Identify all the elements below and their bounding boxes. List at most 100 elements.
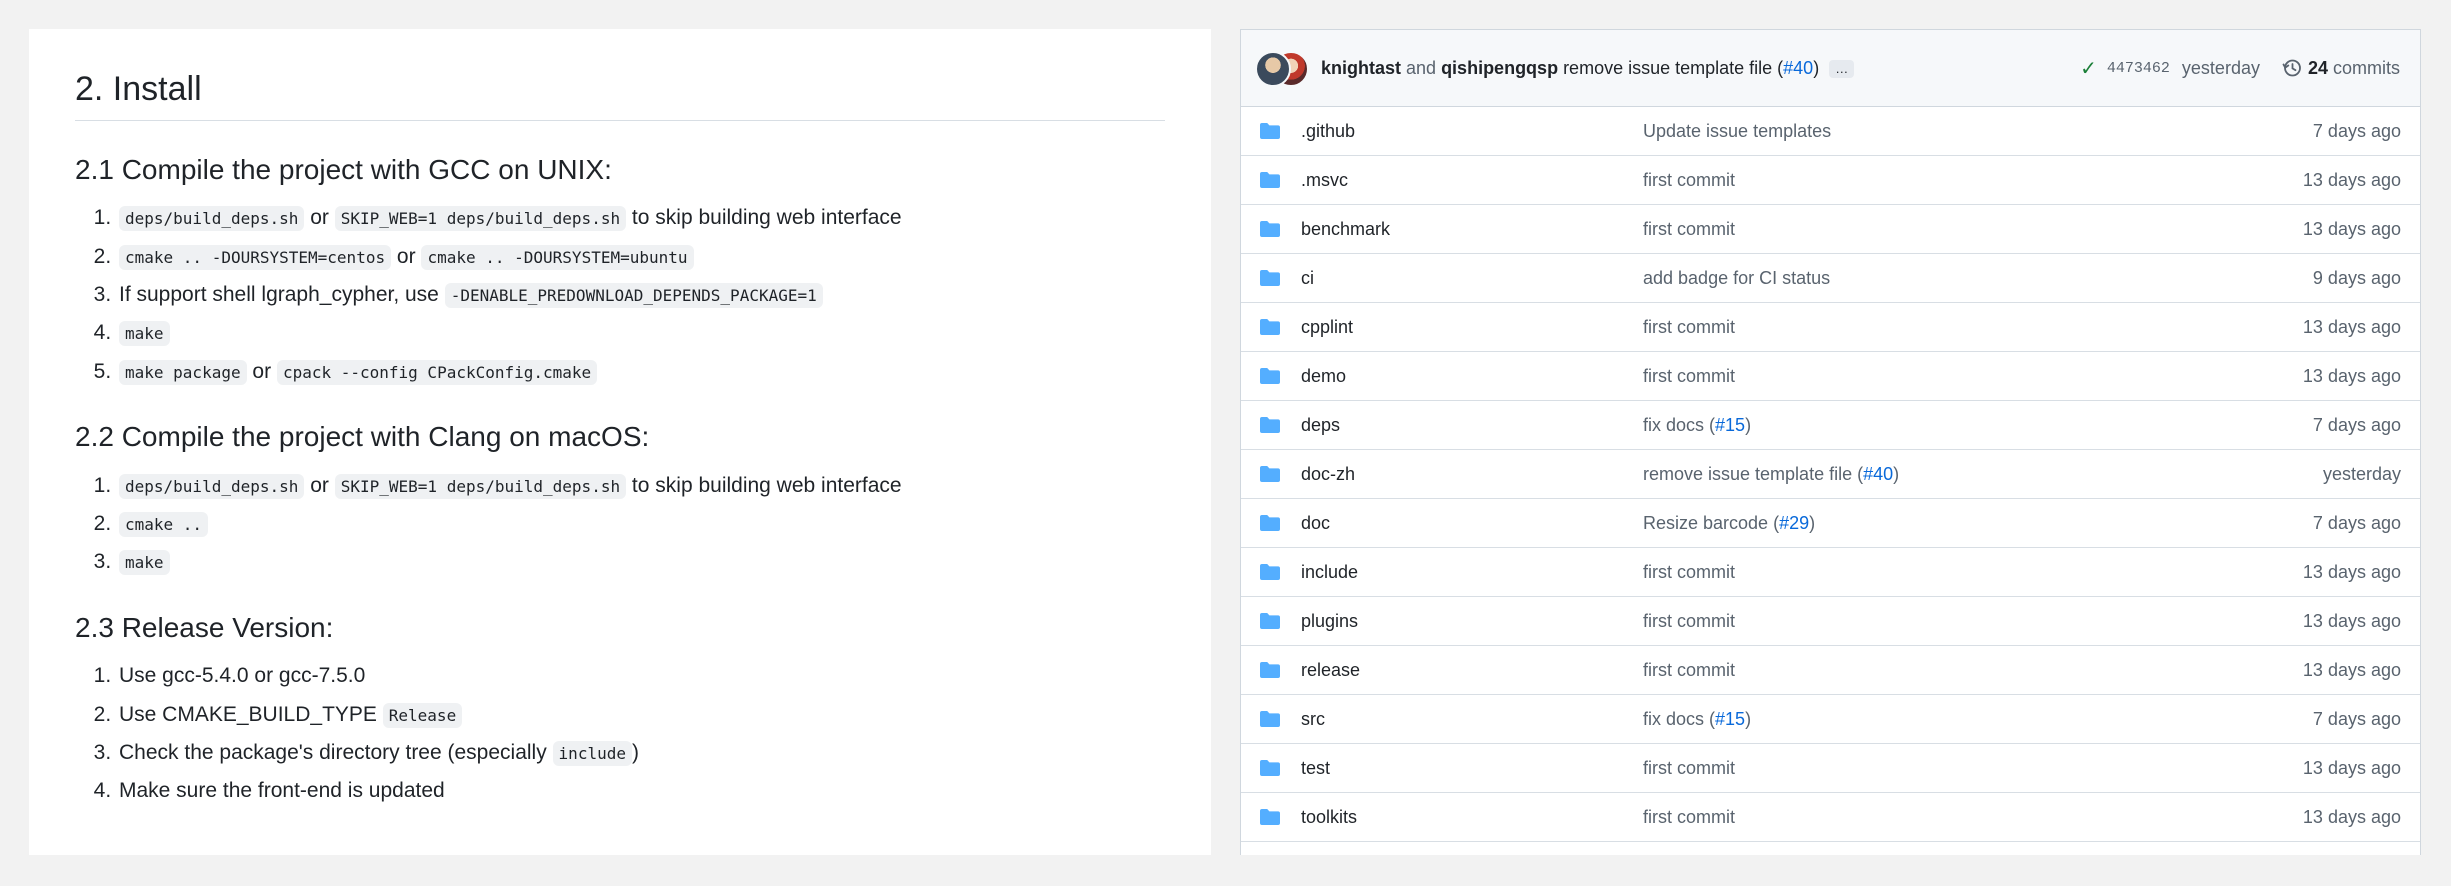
commit-author-link[interactable]: knightast (1321, 58, 1401, 78)
file-commit-message[interactable]: first commit (1643, 562, 1735, 582)
file-row[interactable]: cpplint first commit 13 days ago (1241, 303, 2420, 352)
file-name-link[interactable]: .github (1301, 121, 1643, 142)
file-commit-pr-link[interactable]: #15 (1715, 415, 1745, 435)
file-name-link[interactable]: doc (1301, 513, 1643, 534)
file-commit-message[interactable]: first commit (1643, 758, 1735, 778)
list-item-text: Check the package's directory tree (espe… (119, 741, 553, 765)
file-row[interactable]: test first commit 13 days ago (1241, 744, 2420, 793)
file-age: 13 days ago (2302, 610, 2401, 631)
inline-code: make package (119, 359, 247, 385)
folder-icon (1259, 514, 1281, 532)
file-commit-cell: first commit (1643, 562, 2303, 583)
file-age: 13 days ago (2302, 806, 2401, 827)
file-age: 7 days ago (2312, 414, 2401, 435)
avatar[interactable] (1255, 51, 1291, 87)
file-commit-message[interactable]: fix docs ( (1643, 415, 1715, 435)
file-commit-pr-link[interactable]: #15 (1715, 709, 1745, 729)
file-commit-message[interactable]: first commit (1643, 219, 1735, 239)
commit-sha-link[interactable]: 4473462 (2107, 60, 2170, 77)
readme-panel: 2. Install 2.1 Compile the project with … (29, 29, 1211, 855)
file-name-link[interactable]: src (1301, 709, 1643, 730)
file-name-link[interactable]: demo (1301, 366, 1643, 387)
file-name-link[interactable]: benchmark (1301, 219, 1643, 240)
file-commit-pr-link[interactable]: #29 (1779, 513, 1809, 533)
file-age: 7 days ago (2312, 120, 2401, 141)
commit-pr-link[interactable]: #40 (1783, 58, 1813, 78)
inline-code: cmake .. -DOURSYSTEM=ubuntu (421, 244, 694, 270)
author-avatars[interactable] (1255, 51, 1309, 87)
file-commit-message[interactable]: remove issue template file ( (1643, 464, 1863, 484)
file-commit-cell: add badge for CI status (1643, 268, 2313, 289)
inline-code: deps/build_deps.sh (119, 473, 305, 499)
list-item: If support shell lgraph_cypher, use -DEN… (117, 281, 1165, 309)
file-row[interactable]: benchmark first commit 13 days ago (1241, 205, 2420, 254)
list-item: Check the package's directory tree (espe… (117, 739, 1165, 767)
file-commit-message[interactable]: first commit (1643, 317, 1735, 337)
file-name-link[interactable]: .msvc (1301, 170, 1643, 191)
file-commit-message[interactable]: Update issue templates (1643, 121, 1831, 141)
folder-icon (1259, 563, 1281, 581)
file-row[interactable]: toolkits first commit 13 days ago (1241, 793, 2420, 842)
file-commit-message[interactable]: fix docs ( (1643, 709, 1715, 729)
file-name-link[interactable]: toolkits (1301, 807, 1643, 828)
inline-code: Release (382, 702, 463, 728)
file-row[interactable]: demo first commit 13 days ago (1241, 352, 2420, 401)
file-row[interactable]: deps fix docs (#15) 7 days ago (1241, 401, 2420, 450)
inline-code: cmake .. -DOURSYSTEM=centos (119, 244, 392, 270)
list-item-text: or (304, 473, 335, 497)
file-row[interactable]: ci add badge for CI status 9 days ago (1241, 254, 2420, 303)
file-commit-message[interactable]: first commit (1643, 611, 1735, 631)
expand-commit-button[interactable]: … (1829, 59, 1855, 78)
folder-icon (1259, 416, 1281, 434)
check-icon[interactable]: ✓ (2080, 56, 2097, 81)
file-row[interactable]: doc-zh remove issue template file (#40) ye… (1241, 450, 2420, 499)
folder-icon (1259, 465, 1281, 483)
file-name-link[interactable]: ci (1301, 268, 1643, 289)
file-name-link[interactable]: include (1301, 562, 1643, 583)
commit-title-link[interactable]: remove issue template file ( (1558, 58, 1783, 78)
commits-history-link[interactable]: 24 commits (2282, 58, 2400, 79)
file-name-link[interactable]: plugins (1301, 611, 1643, 632)
file-commit-cell: fix docs (#15) (1643, 709, 2313, 730)
file-name-link[interactable]: deps (1301, 415, 1643, 436)
commit-author-link[interactable]: qishipengqsp (1441, 58, 1558, 78)
file-row[interactable]: plugins first commit 13 days ago (1241, 597, 2420, 646)
file-age: 9 days ago (2312, 267, 2401, 288)
file-age: 13 days ago (2302, 757, 2401, 778)
file-commit-cell: first commit (1643, 366, 2303, 387)
section-title: 2.1 Compile the project with GCC on UNIX… (75, 153, 612, 185)
file-commit-message[interactable]: first commit (1643, 366, 1735, 386)
inline-code: make (119, 550, 170, 576)
folder-icon (1259, 122, 1281, 140)
file-commit-message[interactable]: add badge for CI status (1643, 268, 1830, 288)
file-name-link[interactable]: cpplint (1301, 317, 1643, 338)
file-commit-message[interactable]: first commit (1643, 660, 1735, 680)
section-gcc-unix: 2.1 Compile the project with GCC on UNIX… (75, 153, 1165, 386)
file-name-link[interactable]: test (1301, 758, 1643, 779)
file-name-link[interactable]: release (1301, 660, 1643, 681)
file-row[interactable]: include first commit 13 days ago (1241, 548, 2420, 597)
section-clang-macos: 2.2 Compile the project with Clang on ma… (75, 420, 1165, 577)
list-item-text: Use gcc-5.4.0 or gcc-7.5.0 (119, 664, 366, 688)
file-commit-cell: first commit (1643, 219, 2303, 240)
file-commit-message[interactable]: first commit (1643, 807, 1735, 827)
commits-label: commits (2333, 57, 2400, 78)
file-commit-pr-link[interactable]: #40 (1863, 464, 1893, 484)
file-commit-message[interactable]: first commit (1643, 170, 1735, 190)
file-row[interactable]: release first commit 13 days ago (1241, 646, 2420, 695)
file-row[interactable]: src fix docs (#15) 7 days ago (1241, 695, 2420, 744)
file-row[interactable]: .msvc first commit 13 days ago (1241, 156, 2420, 205)
file-commit-cell: remove issue template file (#40) (1643, 464, 2323, 485)
file-browser: knightast and qishipengqsp remove issue … (1240, 29, 2421, 855)
file-row[interactable]: doc Resize barcode (#29) 7 days ago (1241, 499, 2420, 548)
file-name-link[interactable]: doc-zh (1301, 464, 1643, 485)
steps-list: deps/build_deps.sh or SKIP_WEB=1 deps/bu… (75, 472, 1165, 577)
steps-list: deps/build_deps.sh or SKIP_WEB=1 deps/bu… (75, 204, 1165, 386)
file-commit-message[interactable]: Resize barcode ( (1643, 513, 1779, 533)
file-row[interactable]: .github Update issue templates 7 days ago (1241, 107, 2420, 156)
list-item: make (117, 319, 1165, 347)
list-item: Make sure the front-end is updated (117, 777, 1165, 805)
list-item: cmake .. -DOURSYSTEM=centos or cmake .. … (117, 243, 1165, 271)
folder-icon (1259, 759, 1281, 777)
inline-code: SKIP_WEB=1 deps/build_deps.sh (334, 473, 627, 499)
